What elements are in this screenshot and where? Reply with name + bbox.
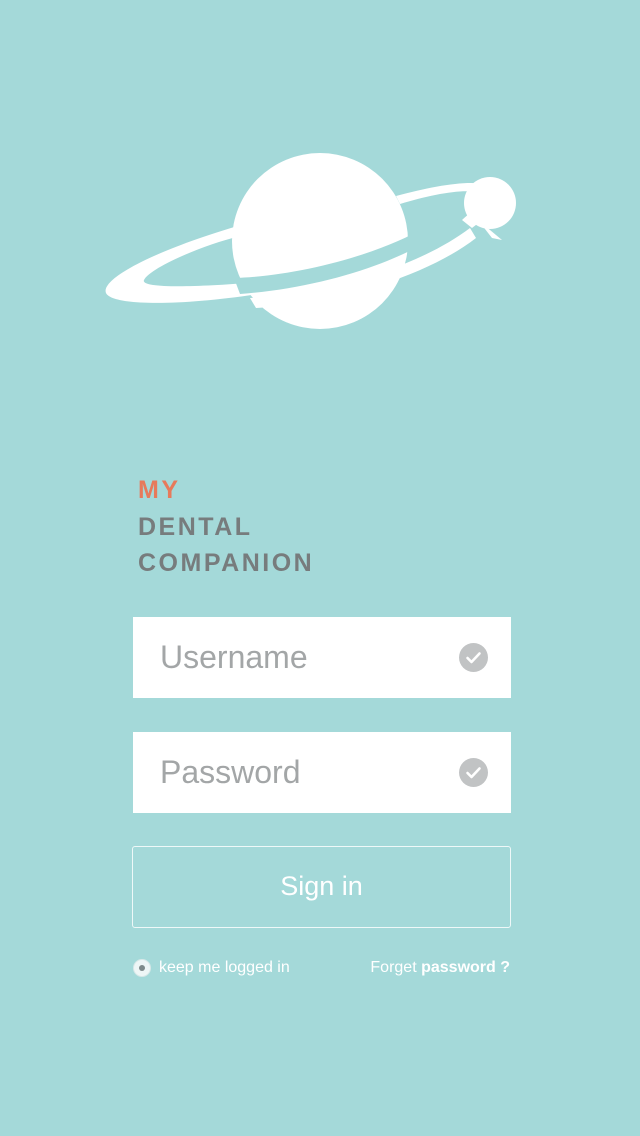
username-field-container bbox=[133, 617, 511, 698]
forgot-password-emphasis: password ? bbox=[421, 959, 510, 976]
keep-logged-in-toggle[interactable]: keep me logged in bbox=[133, 957, 290, 979]
check-circle-icon bbox=[459, 643, 488, 672]
forgot-prefix-text: Forget bbox=[370, 959, 417, 976]
username-input[interactable] bbox=[160, 617, 460, 698]
app-title-line-dental: DENTAL bbox=[138, 512, 253, 541]
app-title-line-my: MY bbox=[138, 476, 181, 504]
password-field-container bbox=[133, 732, 511, 813]
app-title: MY DENTAL COMPANION bbox=[138, 472, 314, 582]
keep-logged-in-label: keep me logged in bbox=[159, 959, 290, 976]
sign-in-button[interactable]: Sign in bbox=[132, 846, 511, 928]
forgot-password-link[interactable]: Forget password ? bbox=[370, 957, 510, 979]
planet-logo-icon bbox=[105, 153, 516, 329]
check-circle-icon bbox=[459, 758, 488, 787]
radio-button-icon[interactable] bbox=[133, 959, 151, 977]
app-title-line-companion: COMPANION bbox=[138, 549, 315, 577]
password-input[interactable] bbox=[160, 732, 460, 813]
